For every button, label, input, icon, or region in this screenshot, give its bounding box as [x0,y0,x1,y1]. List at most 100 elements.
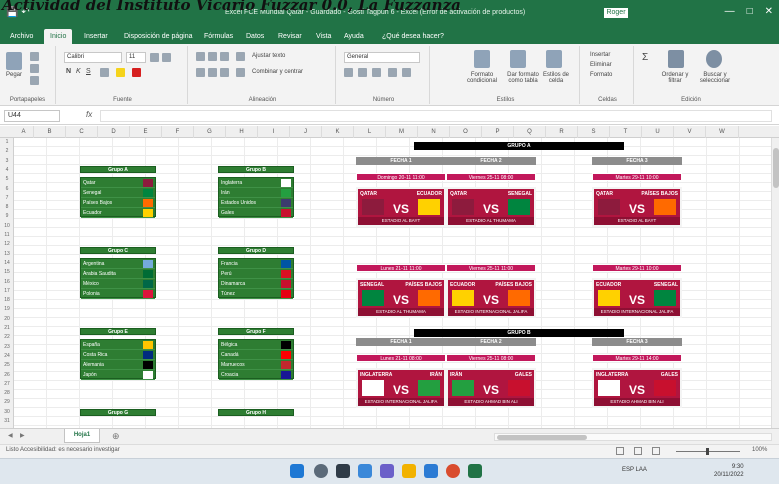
column-header[interactable]: G [194,126,226,138]
font-color-icon[interactable] [132,68,141,77]
bold-button[interactable]: N [66,68,71,75]
currency-icon[interactable] [344,68,353,77]
column-header[interactable]: I [258,126,290,138]
conditional-format-icon[interactable] [474,50,490,68]
column-header[interactable]: L [354,126,386,138]
row-header[interactable]: 17 [0,287,14,296]
formula-input[interactable] [100,110,772,122]
column-header[interactable]: T [610,126,642,138]
align-right-icon[interactable] [220,68,229,77]
vertical-scrollbar[interactable] [771,138,779,428]
row-header[interactable]: 16 [0,278,14,287]
tab-archivo[interactable]: Archivo [4,29,39,44]
cell-styles-label[interactable]: Estilos de celda [540,72,572,84]
autosum-icon[interactable]: Σ [642,52,648,63]
format-as-table-label[interactable]: Dar formato como tabla [504,72,542,84]
zoom-level[interactable]: 100% [752,447,767,453]
row-header[interactable]: 25 [0,361,14,370]
row-header[interactable]: 9 [0,212,14,221]
store-icon[interactable] [424,464,438,478]
system-tray[interactable]: ESP LAA [622,467,647,473]
tab-formulas[interactable]: Fórmulas [198,29,239,44]
page-break-icon[interactable] [652,447,660,455]
tab-datos[interactable]: Datos [240,29,270,44]
find-select-icon[interactable] [706,50,722,68]
sheet-tab-hoja1[interactable]: Hoja1 [64,429,100,443]
column-header[interactable]: E [130,126,162,138]
task-view-icon[interactable] [336,464,350,478]
fill-color-icon[interactable] [116,68,125,77]
user-account[interactable]: Roger [604,8,628,18]
row-header[interactable]: 29 [0,398,14,407]
font-size-select[interactable]: 11 [126,52,146,63]
column-header[interactable]: D [98,126,130,138]
column-header[interactable]: B [34,126,66,138]
chat-icon[interactable] [380,464,394,478]
cell-styles-icon[interactable] [546,50,562,68]
horizontal-scrollbar[interactable] [494,433,772,441]
percent-icon[interactable] [358,68,367,77]
row-header[interactable]: 8 [0,203,14,212]
row-header[interactable]: 6 [0,185,14,194]
increase-decimal-icon[interactable] [388,68,397,77]
column-header[interactable]: R [546,126,578,138]
find-select-label[interactable]: Buscar y seleccionar [698,72,732,84]
column-header[interactable]: S [578,126,610,138]
insert-cells-button[interactable]: Insertar [590,52,610,58]
row-header[interactable]: 21 [0,324,14,333]
row-header[interactable]: 20 [0,315,14,324]
column-header[interactable]: C [66,126,98,138]
wrap-text-button[interactable]: Ajustar texto [252,53,285,59]
tab-revisar[interactable]: Revisar [272,29,308,44]
column-header[interactable]: U [642,126,674,138]
maximize-button[interactable]: □ [747,6,753,17]
underline-button[interactable]: S [86,68,91,75]
next-sheet-icon[interactable]: ▶ [20,432,25,439]
column-header[interactable]: F [162,126,194,138]
horizontal-scroll-thumb[interactable] [497,435,587,440]
merge-center-button[interactable]: Combinar y centrar [252,69,303,75]
row-header[interactable]: 7 [0,194,14,203]
row-header[interactable]: 12 [0,240,14,249]
widgets-icon[interactable] [358,464,372,478]
align-bottom-icon[interactable] [220,52,229,61]
search-icon[interactable] [314,464,328,478]
paste-icon[interactable] [6,52,22,70]
name-box[interactable]: U44 [4,110,60,122]
grow-font-icon[interactable] [150,53,159,62]
row-header[interactable]: 10 [0,222,14,231]
close-button[interactable]: ✕ [765,6,773,17]
row-header[interactable]: 4 [0,166,14,175]
column-header[interactable]: J [290,126,322,138]
column-header[interactable]: A [14,126,34,138]
row-header[interactable]: 19 [0,305,14,314]
clock[interactable]: 9:30 20/11/2022 [714,463,744,479]
sort-filter-icon[interactable] [668,50,684,68]
shrink-font-icon[interactable] [162,53,171,62]
column-header[interactable]: Q [514,126,546,138]
align-middle-icon[interactable] [208,52,217,61]
start-icon[interactable] [290,464,304,478]
row-header[interactable]: 13 [0,250,14,259]
row-header[interactable]: 23 [0,343,14,352]
row-header[interactable]: 5 [0,175,14,184]
row-header[interactable]: 30 [0,408,14,417]
column-header[interactable]: P [482,126,514,138]
row-header[interactable]: 27 [0,380,14,389]
row-header[interactable]: 18 [0,296,14,305]
italic-button[interactable]: K [76,68,81,75]
prev-sheet-icon[interactable]: ◀ [8,432,13,439]
format-painter-icon[interactable] [30,76,39,85]
row-header[interactable]: 3 [0,157,14,166]
row-header[interactable]: 1 [0,138,14,147]
orientation-icon[interactable] [236,52,245,61]
borders-icon[interactable] [100,68,109,77]
row-header[interactable]: 22 [0,333,14,342]
sort-filter-label[interactable]: Ordenar y filtrar [660,72,690,84]
normal-view-icon[interactable] [616,447,624,455]
minimize-button[interactable]: — [725,6,735,17]
row-header[interactable]: 15 [0,268,14,277]
comma-style-icon[interactable] [372,68,381,77]
row-header[interactable]: 26 [0,371,14,380]
column-header[interactable]: H [226,126,258,138]
